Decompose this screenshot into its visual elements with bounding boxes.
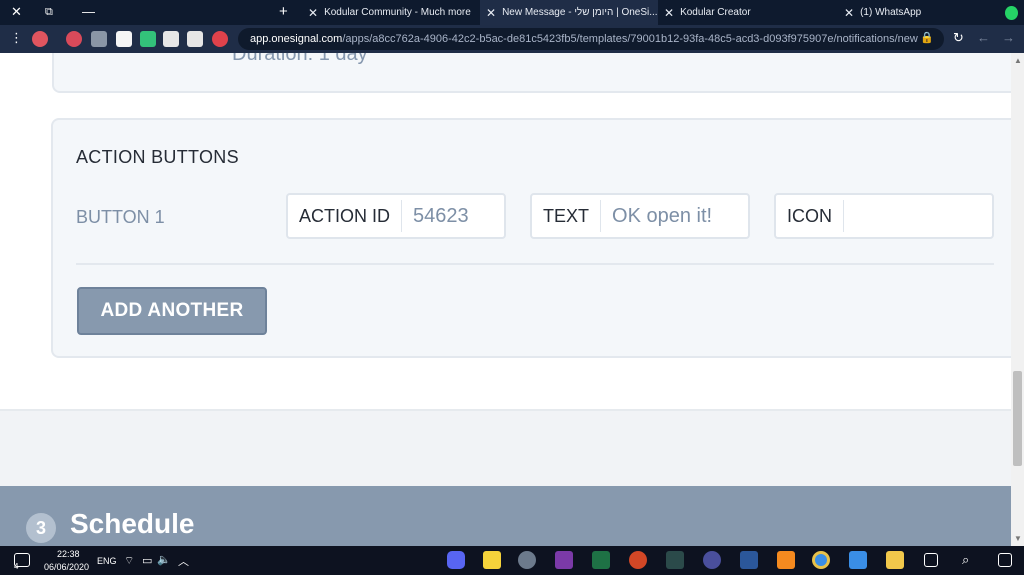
section-gap	[0, 409, 1011, 489]
drive-extension-icon[interactable]	[91, 31, 107, 47]
task-view-icon[interactable]	[924, 553, 938, 567]
tab-label: New Message - היומן שלי | OneSi...	[502, 7, 658, 18]
browser-tab-strip: ✕ ⧉ — + ✕ Kodular Community - Much more …	[0, 0, 1024, 25]
tab-close-icon[interactable]: ✕	[664, 6, 674, 20]
text-label: TEXT	[532, 200, 602, 232]
extension-icon[interactable]	[140, 31, 156, 47]
reload-icon[interactable]: ↻	[953, 30, 964, 46]
extension-icon[interactable]	[187, 31, 203, 47]
discord-icon[interactable]	[447, 551, 465, 569]
tab-label: (1) WhatsApp	[860, 7, 922, 18]
add-another-button[interactable]: ADD ANOTHER	[77, 287, 267, 335]
section-heading: ACTION BUTTONS	[76, 147, 239, 167]
divider	[76, 263, 994, 265]
close-window-icon[interactable]: ✕	[11, 4, 22, 20]
onenote-icon[interactable]	[555, 551, 573, 569]
app-icon[interactable]	[518, 551, 536, 569]
sticky-notes-icon[interactable]	[483, 551, 501, 569]
action-id-input[interactable]: 54623	[402, 205, 469, 228]
back-icon[interactable]: ←	[977, 30, 990, 45]
w-extension-icon[interactable]	[116, 31, 132, 47]
browser-toolbar: ⋮ ☆ app.onesignal.com/apps/a8cc762a-4906…	[0, 25, 1024, 53]
desktop-icon[interactable]	[998, 553, 1012, 567]
extension-icon[interactable]	[66, 31, 82, 47]
word-icon[interactable]	[740, 551, 758, 569]
tab-label: Kodular Creator	[680, 7, 751, 18]
schedule-title: Schedule	[70, 508, 195, 539]
battery-icon[interactable]: ▭	[142, 554, 152, 567]
new-tab-button[interactable]: +	[279, 4, 288, 20]
tab-label: Kodular Community - Much more	[324, 7, 471, 18]
s-extension-icon[interactable]	[163, 31, 179, 47]
action-id-field[interactable]: ACTION ID 54623	[286, 193, 506, 239]
excel-icon[interactable]	[592, 551, 610, 569]
wifi-icon[interactable]: ⌔	[124, 554, 134, 568]
windows-taskbar: 4 22:38 06/06/2020 ENG ⌔ ▭ 🔈 ︿ ⌕	[0, 546, 1024, 575]
chrome-icon[interactable]	[812, 551, 830, 569]
forward-icon[interactable]: →	[1002, 30, 1015, 45]
address-bar[interactable]: app.onesignal.com/apps/a8cc762a-4906-42c…	[238, 28, 944, 50]
tab-new-message[interactable]: ✕ New Message - היומן שלי | OneSi...	[480, 0, 658, 25]
icon-label: ICON	[776, 200, 844, 232]
store-icon[interactable]	[849, 551, 867, 569]
tab-close-icon[interactable]: ✕	[844, 6, 854, 20]
app-icon[interactable]	[703, 551, 721, 569]
clock-time[interactable]: 22:38	[57, 549, 80, 559]
chevron-up-icon[interactable]: ︿	[178, 553, 189, 569]
lock-icon: 🔒	[920, 32, 934, 44]
whatsapp-icon	[1005, 5, 1018, 20]
file-explorer-icon[interactable]	[886, 551, 904, 569]
page-scrollbar[interactable]: ▲ ▼	[1011, 53, 1024, 546]
minimize-window-icon[interactable]: —	[82, 4, 95, 20]
button-1-label: BUTTON 1	[76, 207, 165, 227]
schedule-section-header[interactable]: 3 Schedule	[0, 486, 1011, 546]
tab-close-icon[interactable]: ✕	[308, 6, 318, 20]
profile-avatar[interactable]	[32, 31, 48, 47]
app-icon[interactable]	[666, 551, 684, 569]
powerpoint-icon[interactable]	[629, 551, 647, 569]
scroll-up-icon[interactable]: ▲	[1014, 56, 1022, 65]
action-buttons-card: ACTION BUTTONS BUTTON 1 ACTION ID 54623 …	[51, 118, 1011, 358]
text-field[interactable]: TEXT OK open it!	[530, 193, 750, 239]
tab-kodular-community[interactable]: ✕ Kodular Community - Much more	[302, 0, 480, 25]
url-path: /apps/a8cc762a-4906-42c2-b5ac-de81c5423f…	[342, 33, 918, 45]
action-id-label: ACTION ID	[288, 200, 403, 232]
tab-whatsapp[interactable]: ✕ (1) WhatsApp	[838, 0, 1024, 25]
extension-badge-icon[interactable]	[212, 31, 228, 47]
duration-text: Duration: 1 day	[232, 53, 368, 65]
volume-icon[interactable]: 🔈	[157, 553, 171, 566]
scroll-down-icon[interactable]: ▼	[1014, 534, 1022, 543]
vlc-icon[interactable]	[777, 551, 795, 569]
page-content: Duration: 1 day ACTION BUTTONS BUTTON 1 …	[0, 53, 1011, 546]
clock-date[interactable]: 06/06/2020	[44, 562, 89, 572]
restore-window-icon[interactable]: ⧉	[45, 4, 53, 20]
url-domain: app.onesignal.com	[250, 33, 343, 45]
menu-dots-icon[interactable]: ⋮	[10, 30, 23, 46]
step-number-badge: 3	[26, 513, 56, 543]
scrollbar-thumb[interactable]	[1013, 371, 1022, 466]
tab-kodular-creator[interactable]: ✕ Kodular Creator	[658, 0, 836, 25]
notification-count: 4	[14, 562, 19, 571]
text-input[interactable]: OK open it!	[601, 205, 712, 228]
language-indicator[interactable]: ENG	[97, 556, 117, 566]
tab-close-icon[interactable]: ✕	[486, 6, 496, 20]
previous-section-card	[52, 53, 1011, 93]
search-icon[interactable]: ⌕	[962, 552, 969, 568]
icon-field[interactable]: ICON	[774, 193, 994, 239]
